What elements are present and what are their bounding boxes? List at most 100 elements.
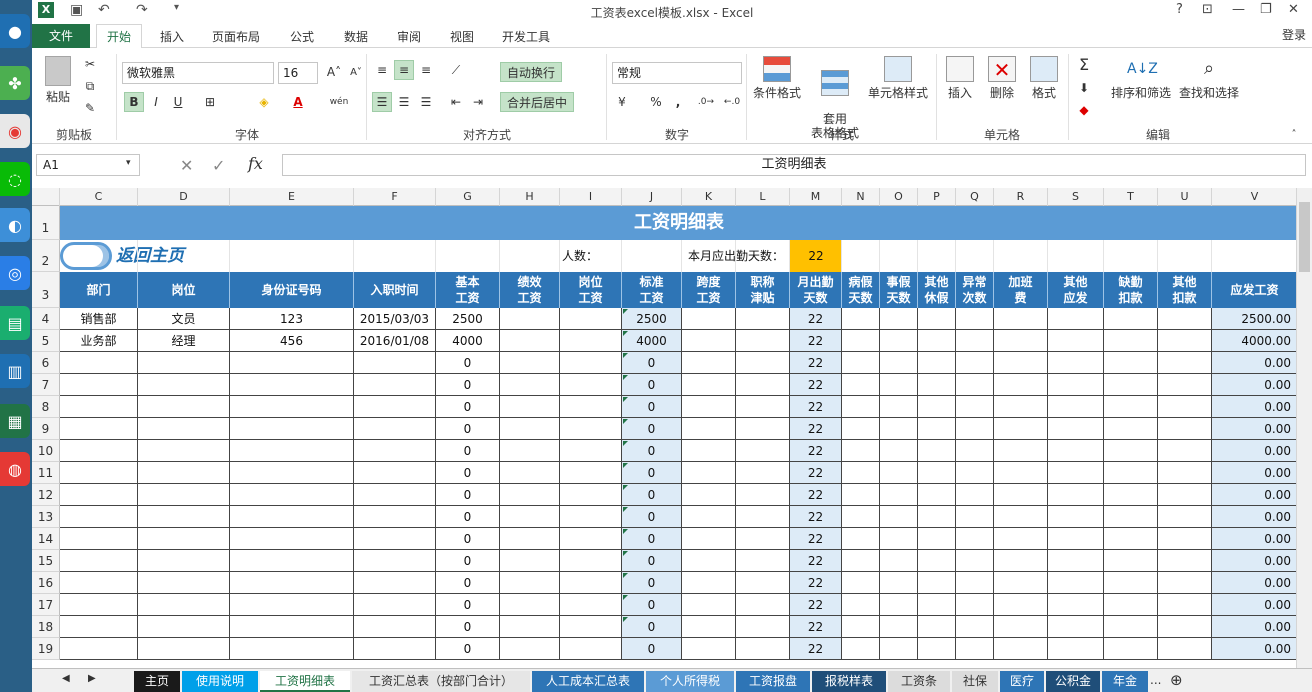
data-cell[interactable]: 0 (622, 506, 682, 528)
column-title[interactable]: 病假 天数 (842, 272, 880, 308)
column-header[interactable]: K (682, 188, 736, 206)
data-cell[interactable] (994, 550, 1048, 572)
data-cell[interactable] (956, 418, 994, 440)
sheet-tab[interactable]: 工资报盘 (736, 671, 810, 692)
data-cell[interactable] (956, 396, 994, 418)
data-cell[interactable] (880, 330, 918, 352)
data-cell[interactable] (1158, 506, 1212, 528)
row-header[interactable]: 13 (32, 506, 60, 528)
ribbon-display-icon[interactable]: ⊡ (1202, 2, 1213, 17)
data-cell[interactable] (354, 572, 436, 594)
data-cell[interactable]: 2015/03/03 (354, 308, 436, 330)
data-cell[interactable]: 0.00 (1212, 550, 1296, 572)
font-size-select[interactable]: 16 (278, 62, 318, 84)
chrome-icon[interactable]: ◉ (0, 114, 30, 148)
data-cell[interactable]: 0 (622, 374, 682, 396)
decrease-indent-icon[interactable]: ⇤ (446, 92, 466, 112)
data-cell[interactable] (918, 550, 956, 572)
data-cell[interactable] (682, 418, 736, 440)
select-all-corner[interactable] (32, 188, 60, 206)
add-sheet-icon[interactable]: ⊕ (1170, 671, 1183, 689)
column-title[interactable]: 其他 扣款 (1158, 272, 1212, 308)
data-cell[interactable]: 123 (230, 308, 354, 330)
number-format-select[interactable]: 常规 (612, 62, 742, 84)
data-cell[interactable] (1104, 528, 1158, 550)
data-cell[interactable] (842, 638, 880, 660)
help-button[interactable]: ? (1176, 2, 1183, 17)
copy-icon[interactable]: ⧉ (80, 76, 100, 96)
column-header[interactable]: E (230, 188, 354, 206)
data-cell[interactable] (956, 352, 994, 374)
data-cell[interactable] (1048, 572, 1104, 594)
minimize-icon[interactable]: — (1232, 2, 1245, 17)
data-cell[interactable] (842, 594, 880, 616)
data-cell[interactable]: 0.00 (1212, 462, 1296, 484)
data-cell[interactable] (500, 616, 560, 638)
data-cell[interactable] (354, 418, 436, 440)
scroll-thumb[interactable] (1299, 202, 1310, 272)
data-cell[interactable] (918, 506, 956, 528)
close-icon[interactable]: ✕ (1288, 2, 1299, 17)
data-cell[interactable] (842, 396, 880, 418)
data-cell[interactable] (354, 374, 436, 396)
data-cell[interactable] (682, 308, 736, 330)
tab-review[interactable]: 审阅 (397, 28, 421, 45)
excel-taskbar-icon[interactable]: ▦ (0, 404, 30, 438)
column-title[interactable]: 跨度 工资 (682, 272, 736, 308)
data-cell[interactable] (500, 396, 560, 418)
name-box-dropdown-icon[interactable]: ▾ (126, 158, 131, 168)
more-sheets[interactable]: ... (1150, 673, 1161, 687)
data-cell[interactable] (1048, 396, 1104, 418)
data-cell[interactable] (842, 528, 880, 550)
data-cell[interactable] (994, 638, 1048, 660)
tab-page-layout[interactable]: 页面布局 (212, 28, 260, 45)
column-title[interactable]: 其他 应发 (1048, 272, 1104, 308)
data-cell[interactable] (354, 352, 436, 374)
row-header[interactable]: 9 (32, 418, 60, 440)
data-cell[interactable]: 0.00 (1212, 418, 1296, 440)
column-title[interactable]: 加班 费 (994, 272, 1048, 308)
data-cell[interactable]: 0 (436, 528, 500, 550)
data-cell[interactable] (682, 638, 736, 660)
data-cell[interactable] (682, 572, 736, 594)
row-header[interactable]: 12 (32, 484, 60, 506)
data-cell[interactable]: 0 (436, 352, 500, 374)
row-header[interactable]: 18 (32, 616, 60, 638)
data-cell[interactable] (500, 484, 560, 506)
data-cell[interactable] (354, 506, 436, 528)
data-cell[interactable] (880, 616, 918, 638)
data-cell[interactable] (560, 308, 622, 330)
column-title[interactable]: 绩效 工资 (500, 272, 560, 308)
data-cell[interactable] (354, 528, 436, 550)
data-cell[interactable] (956, 616, 994, 638)
data-cell[interactable]: 0 (436, 506, 500, 528)
data-cell[interactable] (500, 374, 560, 396)
data-cell[interactable] (918, 528, 956, 550)
sheet-tab[interactable]: 公积金 (1046, 671, 1100, 692)
grow-font-icon[interactable]: A˄ (324, 62, 344, 82)
column-header[interactable]: V (1212, 188, 1296, 206)
data-cell[interactable] (842, 462, 880, 484)
column-header[interactable]: Q (956, 188, 994, 206)
data-cell[interactable]: 0 (436, 484, 500, 506)
insert-function-button[interactable]: fx (248, 154, 263, 173)
tab-file[interactable]: 文件 (32, 24, 90, 48)
data-cell[interactable]: 0.00 (1212, 506, 1296, 528)
data-cell[interactable] (736, 572, 790, 594)
data-cell[interactable] (994, 374, 1048, 396)
data-cell[interactable]: 22 (790, 550, 842, 572)
data-cell[interactable] (1048, 308, 1104, 330)
data-cell[interactable] (1158, 374, 1212, 396)
data-cell[interactable] (1158, 330, 1212, 352)
data-cell[interactable]: 0 (436, 440, 500, 462)
row-header[interactable]: 10 (32, 440, 60, 462)
data-cell[interactable] (956, 528, 994, 550)
data-cell[interactable] (354, 594, 436, 616)
data-cell[interactable]: 2500.00 (1212, 308, 1296, 330)
column-title[interactable]: 身份证号码 (230, 272, 354, 308)
column-header[interactable]: G (436, 188, 500, 206)
data-cell[interactable] (230, 616, 354, 638)
data-cell[interactable] (1158, 638, 1212, 660)
data-cell[interactable] (682, 374, 736, 396)
row-header[interactable]: 17 (32, 594, 60, 616)
